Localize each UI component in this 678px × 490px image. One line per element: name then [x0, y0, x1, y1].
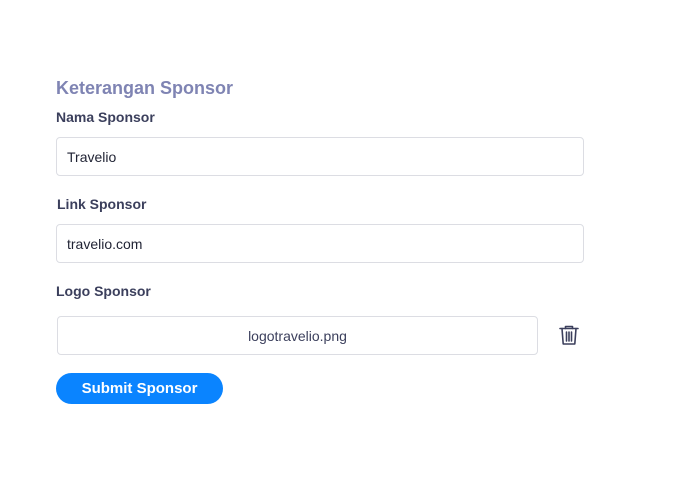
- logo-label: Logo Sponsor: [56, 283, 151, 299]
- submit-sponsor-button[interactable]: Submit Sponsor: [56, 373, 223, 404]
- link-label: Link Sponsor: [57, 196, 147, 212]
- trash-icon: [559, 325, 579, 345]
- logo-file-box[interactable]: logotravelio.png: [57, 316, 538, 355]
- sponsor-name-input[interactable]: [56, 137, 584, 176]
- sponsor-link-input[interactable]: [56, 224, 584, 263]
- name-label: Nama Sponsor: [56, 109, 155, 125]
- section-title: Keterangan Sponsor: [56, 78, 234, 98]
- delete-logo-button[interactable]: [557, 323, 581, 347]
- logo-filename: logotravelio.png: [248, 327, 347, 344]
